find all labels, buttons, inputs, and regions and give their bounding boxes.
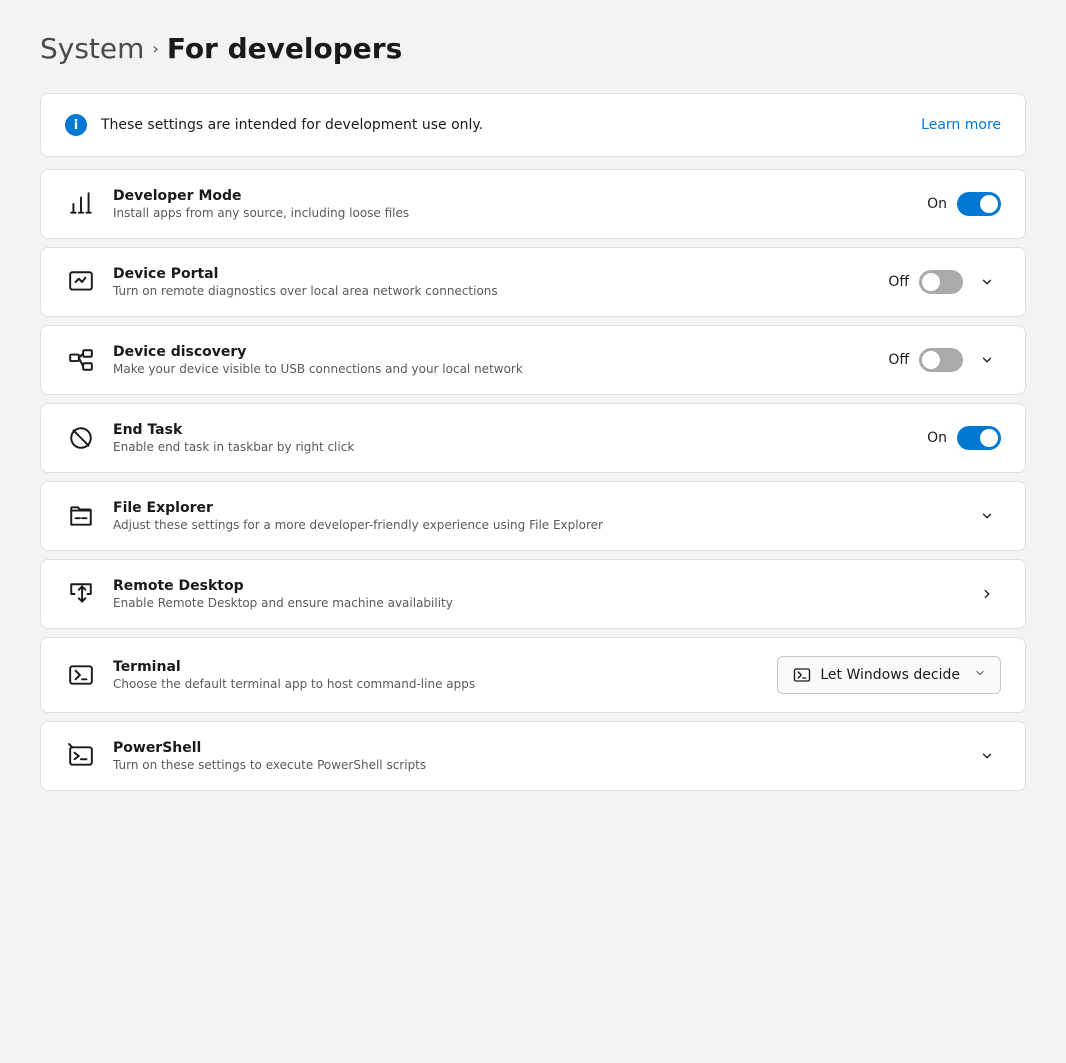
terminal-dropdown-value: Let Windows decide — [820, 667, 960, 683]
remote-desktop-description: Enable Remote Desktop and ensure machine… — [113, 596, 957, 610]
developer-mode-title: Developer Mode — [113, 188, 911, 204]
settings-card-remote-desktop[interactable]: Remote Desktop Enable Remote Desktop and … — [40, 559, 1026, 629]
end-task-icon — [65, 422, 97, 454]
remote-desktop-icon — [65, 578, 97, 610]
end-task-controls: On — [927, 426, 1001, 450]
end-task-status-label: On — [927, 430, 947, 446]
developer-mode-description: Install apps from any source, including … — [113, 206, 911, 220]
device-portal-status-label: Off — [888, 274, 909, 290]
end-task-content: End Task Enable end task in taskbar by ri… — [113, 422, 911, 454]
device-discovery-description: Make your device visible to USB connecti… — [113, 362, 872, 376]
breadcrumb-separator: › — [152, 39, 158, 58]
breadcrumb: System › For developers — [40, 32, 1026, 65]
device-portal-controls: Off — [888, 268, 1001, 296]
powershell-content: PowerShell Turn on these settings to exec… — [113, 740, 957, 772]
file-explorer-content: File Explorer Adjust these settings for a… — [113, 500, 957, 532]
device-portal-toggle[interactable] — [919, 270, 963, 294]
terminal-dropdown-chevron — [974, 667, 986, 683]
developer-mode-controls: On — [927, 192, 1001, 216]
terminal-dropdown[interactable]: Let Windows decide — [777, 656, 1001, 694]
powershell-expand-button[interactable] — [973, 742, 1001, 770]
developer-mode-toggle[interactable] — [957, 192, 1001, 216]
powershell-description: Turn on these settings to execute PowerS… — [113, 758, 957, 772]
terminal-content: Terminal Choose the default terminal app … — [113, 659, 761, 691]
info-banner: i These settings are intended for develo… — [40, 93, 1026, 157]
remote-desktop-title: Remote Desktop — [113, 578, 957, 594]
device-portal-icon — [65, 266, 97, 298]
developer-mode-content: Developer Mode Install apps from any sour… — [113, 188, 911, 220]
end-task-description: Enable end task in taskbar by right clic… — [113, 440, 911, 454]
settings-card-powershell[interactable]: PowerShell Turn on these settings to exec… — [40, 721, 1026, 791]
remote-desktop-content: Remote Desktop Enable Remote Desktop and … — [113, 578, 957, 610]
device-discovery-toggle[interactable] — [919, 348, 963, 372]
device-discovery-icon — [65, 344, 97, 376]
file-explorer-icon — [65, 500, 97, 532]
remote-desktop-controls — [973, 580, 1001, 608]
breadcrumb-system-link[interactable]: System — [40, 32, 144, 65]
info-icon: i — [65, 114, 87, 136]
device-portal-content: Device Portal Turn on remote diagnostics … — [113, 266, 872, 298]
developer-mode-status-label: On — [927, 196, 947, 212]
powershell-icon — [65, 740, 97, 772]
terminal-icon — [65, 659, 97, 691]
terminal-dropdown-icon — [792, 665, 812, 685]
settings-card-end-task: End Task Enable end task in taskbar by ri… — [40, 403, 1026, 473]
remote-desktop-expand-button[interactable] — [973, 580, 1001, 608]
terminal-controls: Let Windows decide — [777, 656, 1001, 694]
settings-card-device-portal[interactable]: Device Portal Turn on remote diagnostics … — [40, 247, 1026, 317]
device-portal-toggle-thumb — [922, 273, 940, 291]
learn-more-link[interactable]: Learn more — [921, 117, 1001, 133]
terminal-description: Choose the default terminal app to host … — [113, 677, 761, 691]
settings-card-terminal[interactable]: Terminal Choose the default terminal app … — [40, 637, 1026, 713]
powershell-title: PowerShell — [113, 740, 957, 756]
end-task-title: End Task — [113, 422, 911, 438]
end-task-toggle[interactable] — [957, 426, 1001, 450]
powershell-controls — [973, 742, 1001, 770]
file-explorer-description: Adjust these settings for a more develop… — [113, 518, 957, 532]
info-banner-text: These settings are intended for developm… — [101, 117, 483, 133]
device-portal-expand-button[interactable] — [973, 268, 1001, 296]
terminal-title: Terminal — [113, 659, 761, 675]
device-portal-title: Device Portal — [113, 266, 872, 282]
file-explorer-expand-button[interactable] — [973, 502, 1001, 530]
device-discovery-title: Device discovery — [113, 344, 872, 360]
settings-card-device-discovery[interactable]: Device discovery Make your device visible… — [40, 325, 1026, 395]
device-discovery-toggle-thumb — [922, 351, 940, 369]
info-banner-left: i These settings are intended for develo… — [65, 114, 483, 136]
file-explorer-controls — [973, 502, 1001, 530]
device-discovery-content: Device discovery Make your device visible… — [113, 344, 872, 376]
developer-mode-icon — [65, 188, 97, 220]
page-title: For developers — [167, 32, 402, 65]
settings-card-file-explorer[interactable]: File Explorer Adjust these settings for a… — [40, 481, 1026, 551]
device-discovery-expand-button[interactable] — [973, 346, 1001, 374]
end-task-toggle-thumb — [980, 429, 998, 447]
device-discovery-controls: Off — [888, 346, 1001, 374]
developer-mode-toggle-thumb — [980, 195, 998, 213]
device-portal-description: Turn on remote diagnostics over local ar… — [113, 284, 872, 298]
settings-card-developer-mode: Developer Mode Install apps from any sour… — [40, 169, 1026, 239]
settings-list: Developer Mode Install apps from any sour… — [40, 169, 1026, 791]
device-discovery-status-label: Off — [888, 352, 909, 368]
file-explorer-title: File Explorer — [113, 500, 957, 516]
